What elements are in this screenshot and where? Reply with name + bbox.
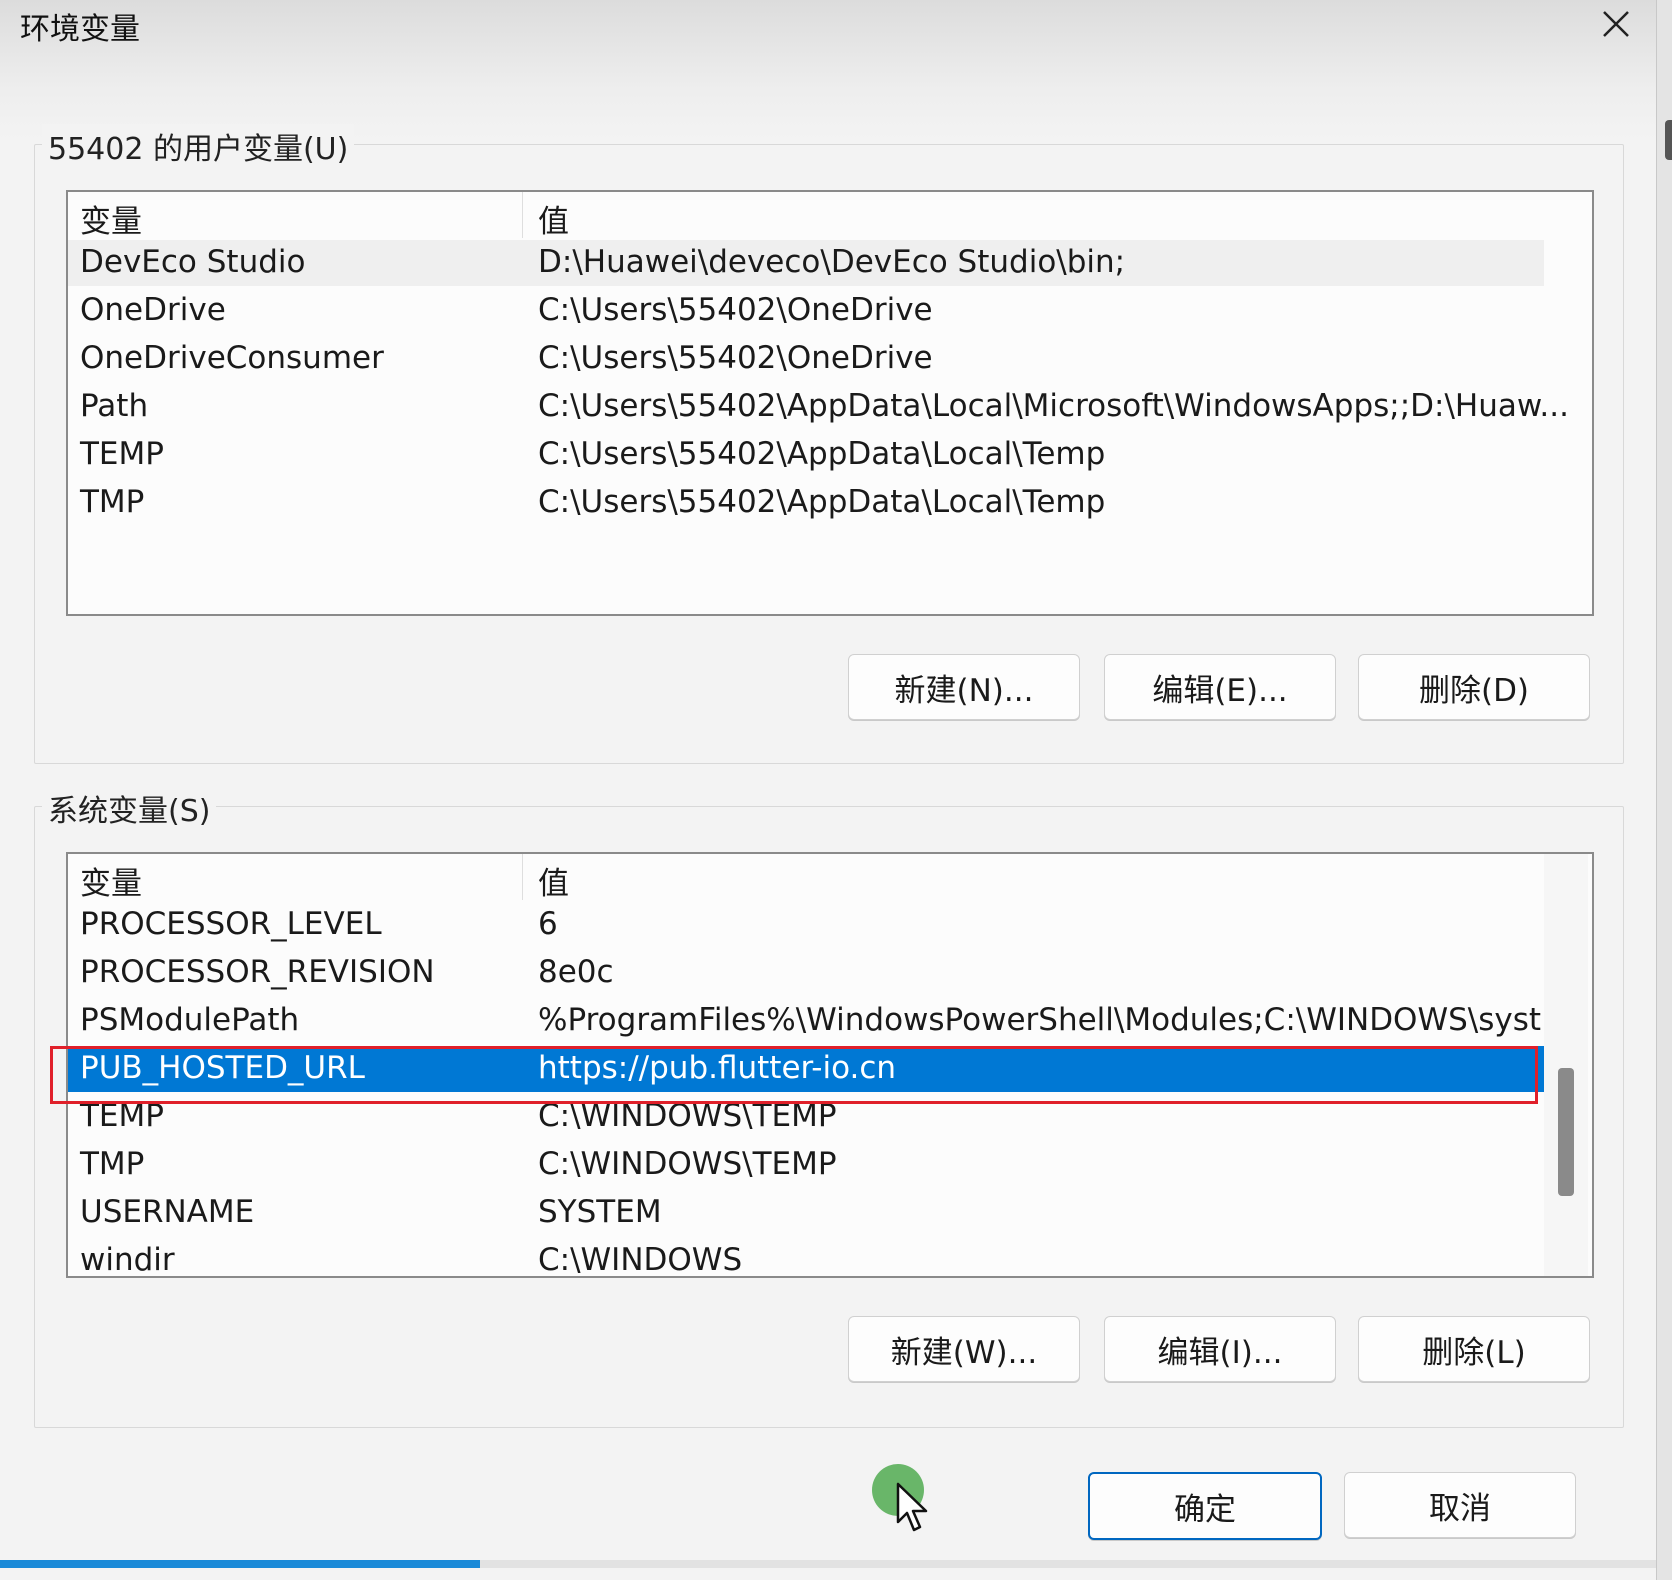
row-value: 6 xyxy=(538,906,558,942)
row-name: PROCESSOR_REVISION xyxy=(80,954,435,990)
table-row[interactable]: TMP C:\Users\55402\AppData\Local\Temp xyxy=(68,480,1544,526)
table-row[interactable]: DevEco Studio D:\Huawei\deveco\DevEco St… xyxy=(68,240,1544,286)
table-row[interactable]: TEMP C:\Users\55402\AppData\Local\Temp xyxy=(68,432,1544,478)
row-value: %ProgramFiles%\WindowsPowerShell\Modules… xyxy=(538,1002,1571,1038)
window-title: 环境变量 xyxy=(20,12,140,47)
system-list-scrollbar[interactable] xyxy=(1544,854,1588,1276)
system-vars-label: 系统变量(S) xyxy=(42,786,217,830)
row-name: windir xyxy=(80,1242,175,1278)
system-delete-button[interactable]: 删除(L) xyxy=(1358,1316,1590,1382)
row-value: C:\Users\55402\AppData\Local\Temp xyxy=(538,436,1106,472)
table-row[interactable]: PSModulePath %ProgramFiles%\WindowsPower… xyxy=(68,998,1571,1044)
user-vars-list[interactable]: 变量 值 DevEco Studio D:\Huawei\deveco\DevE… xyxy=(66,190,1594,616)
video-progress-bar[interactable] xyxy=(0,1560,1656,1568)
table-row[interactable]: windir C:\WINDOWS xyxy=(68,1238,1544,1278)
header-value[interactable]: 值 xyxy=(538,196,569,241)
table-row[interactable]: TMP C:\WINDOWS\TEMP xyxy=(68,1142,1544,1188)
env-vars-dialog: 环境变量 55402 的用户变量(U) 变量 值 DevEco Studio D… xyxy=(0,0,1656,1572)
close-icon xyxy=(1603,11,1629,37)
mouse-pointer-icon xyxy=(896,1482,928,1532)
row-name: USERNAME xyxy=(80,1194,255,1230)
system-new-button[interactable]: 新建(W)... xyxy=(848,1316,1080,1382)
list-header: 变量 值 xyxy=(68,192,1544,241)
table-row[interactable]: USERNAME SYSTEM xyxy=(68,1190,1544,1236)
header-name[interactable]: 变量 xyxy=(80,196,142,241)
video-progress-fill xyxy=(0,1560,481,1568)
row-value: D:\Huawei\deveco\DevEco Studio\bin; xyxy=(538,244,1126,280)
header-divider xyxy=(522,192,523,238)
highlight-box xyxy=(50,1046,1538,1104)
header-value[interactable]: 值 xyxy=(538,858,569,903)
user-delete-button[interactable]: 删除(D) xyxy=(1358,654,1590,720)
table-row[interactable]: OneDriveConsumer C:\Users\55402\OneDrive xyxy=(68,336,1544,382)
row-value: C:\Users\55402\OneDrive xyxy=(538,340,933,376)
row-value: C:\Users\55402\OneDrive xyxy=(538,292,933,328)
table-row[interactable]: PROCESSOR_LEVEL 6 xyxy=(68,902,1544,948)
window-edge xyxy=(1656,0,1672,1580)
list-header: 变量 值 xyxy=(68,854,1544,903)
row-name: TMP xyxy=(80,484,145,520)
user-new-button[interactable]: 新建(N)... xyxy=(848,654,1080,720)
row-name: TMP xyxy=(80,1146,145,1182)
row-value: C:\Users\55402\AppData\Local\Temp xyxy=(538,484,1106,520)
row-value: C:\WINDOWS\TEMP xyxy=(538,1146,837,1182)
row-name: Path xyxy=(80,388,149,424)
row-name: DevEco Studio xyxy=(80,244,306,280)
row-name: OneDrive xyxy=(80,292,226,328)
edge-handle xyxy=(1665,120,1672,160)
row-value: C:\WINDOWS xyxy=(538,1242,743,1278)
user-edit-button[interactable]: 编辑(E)... xyxy=(1104,654,1336,720)
user-vars-label: 55402 的用户变量(U) xyxy=(42,124,355,168)
row-value: 8e0c xyxy=(538,954,614,990)
row-name: PSModulePath xyxy=(80,1002,300,1038)
row-name: TEMP xyxy=(80,436,164,472)
header-name[interactable]: 变量 xyxy=(80,858,142,903)
header-divider xyxy=(522,854,523,900)
system-edit-button[interactable]: 编辑(I)... xyxy=(1104,1316,1336,1382)
close-button[interactable] xyxy=(1596,4,1636,44)
row-value: C:\Users\55402\AppData\Local\Microsoft\W… xyxy=(538,388,1569,424)
table-row[interactable]: PROCESSOR_REVISION 8e0c xyxy=(68,950,1544,996)
cancel-button[interactable]: 取消 xyxy=(1344,1472,1576,1538)
row-name: OneDriveConsumer xyxy=(80,340,384,376)
ok-button[interactable]: 确定 xyxy=(1088,1472,1322,1540)
table-row[interactable]: OneDrive C:\Users\55402\OneDrive xyxy=(68,288,1544,334)
scrollbar-thumb[interactable] xyxy=(1558,1068,1574,1196)
row-name: PROCESSOR_LEVEL xyxy=(80,906,382,942)
table-row[interactable]: Path C:\Users\55402\AppData\Local\Micros… xyxy=(68,384,1569,430)
row-value: SYSTEM xyxy=(538,1194,662,1230)
